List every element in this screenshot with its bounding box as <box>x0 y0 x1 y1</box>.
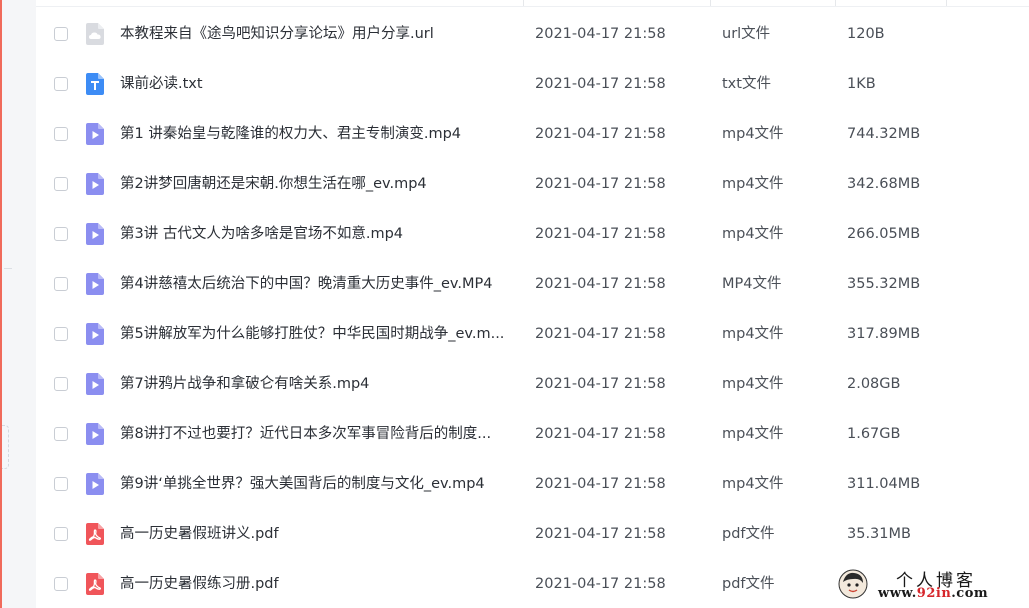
row-checkbox[interactable] <box>54 27 68 41</box>
file-type: mp4文件 <box>722 376 784 392</box>
file-type: mp4文件 <box>722 476 784 492</box>
file-name[interactable]: 第3讲 古代文人为啥多啥是官场不如意.mp4 <box>120 223 518 245</box>
file-row[interactable]: 课前必读.txt 2021-04-17 21:58 txt文件 1KB <box>36 60 1029 110</box>
row-checkbox[interactable] <box>54 377 68 391</box>
pdf-file-icon <box>86 523 104 545</box>
column-separator[interactable] <box>946 0 947 6</box>
file-name[interactable]: 第5讲解放军为什么能够打胜仗？中华民国时期战争_ev.m... <box>120 323 518 345</box>
file-name[interactable]: 第1 讲秦始皇与乾隆谁的权力大、君主专制演变.mp4 <box>120 123 518 145</box>
file-modified-date: 2021-04-17 21:58 <box>535 276 666 292</box>
file-size: 35.31MB <box>847 526 911 542</box>
file-modified-date: 2021-04-17 21:58 <box>535 426 666 442</box>
file-modified-date: 2021-04-17 21:58 <box>535 126 666 142</box>
row-checkbox[interactable] <box>54 577 68 591</box>
left-sidebar-edge <box>0 0 36 608</box>
text-file-icon <box>86 73 104 95</box>
watermark-url-suffix: .com <box>951 586 989 601</box>
file-type: mp4文件 <box>722 176 784 192</box>
file-row[interactable]: 第3讲 古代文人为啥多啥是官场不如意.mp4 2021-04-17 21:58 mp… <box>36 210 1029 260</box>
file-list-window: 本教程来自《途鸟吧知识分享论坛》用户分享.url 2021-04-17 21:58… <box>0 0 1029 608</box>
file-name[interactable]: 高一历史暑假练习册.pdf <box>120 573 518 595</box>
file-type: MP4文件 <box>722 276 782 292</box>
watermark-url-prefix: www. <box>878 586 917 601</box>
file-size: 120B <box>847 26 885 42</box>
row-checkbox[interactable] <box>54 477 68 491</box>
sidebar-divider <box>4 268 12 269</box>
file-type: pdf文件 <box>722 526 775 542</box>
file-modified-date: 2021-04-17 21:58 <box>535 76 666 92</box>
file-row[interactable]: 第8讲打不过也要打？近代日本多次军事冒险背后的制度... 2021-04-17 2… <box>36 410 1029 460</box>
file-name[interactable]: 第9讲‘单挑全世界？强大美国背后的制度与文化_ev.mp4 <box>120 473 518 495</box>
sidebar-accent-strip <box>0 0 2 608</box>
file-modified-date: 2021-04-17 21:58 <box>535 26 666 42</box>
file-size: 342.68MB <box>847 176 921 192</box>
cloud-file-icon <box>86 23 104 45</box>
file-name[interactable]: 第8讲打不过也要打？近代日本多次军事冒险背后的制度... <box>120 423 518 445</box>
file-size: 317.89MB <box>847 326 921 342</box>
video-file-icon <box>86 273 104 295</box>
file-size: 311.04MB <box>847 476 921 492</box>
column-separator[interactable] <box>835 0 836 6</box>
column-separator[interactable] <box>523 0 524 6</box>
file-list: 本教程来自《途鸟吧知识分享论坛》用户分享.url 2021-04-17 21:58… <box>36 10 1029 608</box>
file-modified-date: 2021-04-17 21:58 <box>535 176 666 192</box>
row-checkbox[interactable] <box>54 177 68 191</box>
file-type: mp4文件 <box>722 326 784 342</box>
video-file-icon <box>86 223 104 245</box>
file-size: 266.05MB <box>847 226 921 242</box>
file-row[interactable]: 第2讲梦回唐朝还是宋朝.你想生活在哪_ev.mp4 2021-04-17 21:5… <box>36 160 1029 210</box>
file-row[interactable]: 第5讲解放军为什么能够打胜仗？中华民国时期战争_ev.m... 2021-04-1… <box>36 310 1029 360</box>
file-row[interactable]: 第7讲鸦片战争和拿破仑有啥关系.mp4 2021-04-17 21:58 mp4文件… <box>36 360 1029 410</box>
file-size: 355.32MB <box>847 276 921 292</box>
file-type: url文件 <box>722 26 771 42</box>
file-modified-date: 2021-04-17 21:58 <box>535 376 666 392</box>
file-type: mp4文件 <box>722 226 784 242</box>
file-row[interactable]: 本教程来自《途鸟吧知识分享论坛》用户分享.url 2021-04-17 21:58… <box>36 10 1029 60</box>
video-file-icon <box>86 423 104 445</box>
row-checkbox[interactable] <box>54 327 68 341</box>
file-modified-date: 2021-04-17 21:58 <box>535 576 666 592</box>
file-name[interactable]: 课前必读.txt <box>120 73 518 95</box>
file-type: mp4文件 <box>722 126 784 142</box>
pdf-file-icon <box>86 573 104 595</box>
file-type: txt文件 <box>722 76 771 92</box>
list-header-edge <box>36 0 1029 7</box>
row-checkbox[interactable] <box>54 227 68 241</box>
file-row[interactable]: 第1 讲秦始皇与乾隆谁的权力大、君主专制演变.mp4 2021-04-17 21:… <box>36 110 1029 160</box>
row-checkbox[interactable] <box>54 427 68 441</box>
file-name[interactable]: 本教程来自《途鸟吧知识分享论坛》用户分享.url <box>120 23 518 45</box>
file-row[interactable]: 高一历史暑假班讲义.pdf 2021-04-17 21:58 pdf文件 35.31M… <box>36 510 1029 560</box>
row-checkbox[interactable] <box>54 77 68 91</box>
sidebar-collapse-handle[interactable] <box>2 425 9 469</box>
file-size: 744.32MB <box>847 126 921 142</box>
watermark-url: www.92in.com <box>878 586 988 601</box>
file-row[interactable]: 第9讲‘单挑全世界？强大美国背后的制度与文化_ev.mp4 2021-04-17 … <box>36 460 1029 510</box>
column-separator[interactable] <box>710 0 711 6</box>
file-name[interactable]: 第4讲慈禧太后统治下的中国？晚清重大历史事件_ev.MP4 <box>120 273 518 295</box>
video-file-icon <box>86 323 104 345</box>
file-name[interactable]: 第7讲鸦片战争和拿破仑有啥关系.mp4 <box>120 373 518 395</box>
watermark-avatar-icon <box>838 569 868 599</box>
file-modified-date: 2021-04-17 21:58 <box>535 226 666 242</box>
video-file-icon <box>86 373 104 395</box>
file-size: 2.08GB <box>847 376 901 392</box>
file-type: mp4文件 <box>722 426 784 442</box>
file-size: 1KB <box>847 76 876 92</box>
file-type: pdf文件 <box>722 576 775 592</box>
file-row[interactable]: 第4讲慈禧太后统治下的中国？晚清重大历史事件_ev.MP4 2021-04-17 … <box>36 260 1029 310</box>
video-file-icon <box>86 173 104 195</box>
blog-watermark: 个人博客 www.92in.com <box>836 566 1024 604</box>
file-modified-date: 2021-04-17 21:58 <box>535 526 666 542</box>
file-modified-date: 2021-04-17 21:58 <box>535 476 666 492</box>
file-name[interactable]: 第2讲梦回唐朝还是宋朝.你想生活在哪_ev.mp4 <box>120 173 518 195</box>
file-size: 1.67GB <box>847 426 901 442</box>
row-checkbox[interactable] <box>54 527 68 541</box>
file-modified-date: 2021-04-17 21:58 <box>535 326 666 342</box>
watermark-url-accent: 92in <box>916 586 952 601</box>
row-checkbox[interactable] <box>54 277 68 291</box>
video-file-icon <box>86 473 104 495</box>
file-name[interactable]: 高一历史暑假班讲义.pdf <box>120 523 518 545</box>
row-checkbox[interactable] <box>54 127 68 141</box>
video-file-icon <box>86 123 104 145</box>
